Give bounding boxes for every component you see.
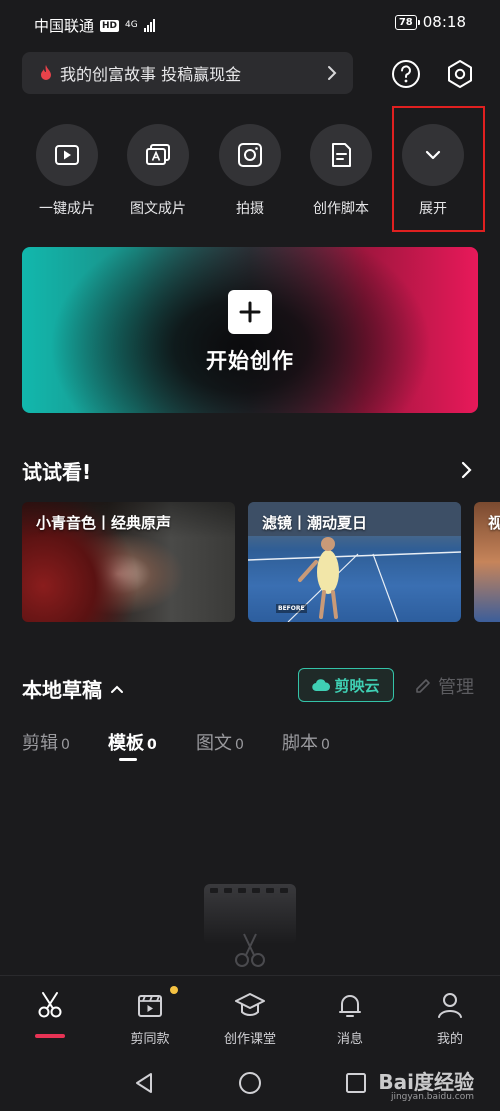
promo-banner-text: 我的创富故事 投稿赢现金 bbox=[60, 65, 242, 84]
tool-camera[interactable]: 拍摄 bbox=[210, 124, 290, 218]
nav-messages[interactable]: 消息 bbox=[305, 990, 395, 1047]
tool-label: 拍摄 bbox=[236, 201, 264, 217]
tab-label: 模板 bbox=[108, 733, 144, 754]
nav-label: 剪同款 bbox=[130, 1032, 170, 1047]
clock: 08:18 bbox=[422, 13, 466, 31]
tab-image-text[interactable]: 图文 0 bbox=[196, 729, 244, 755]
home-circle-icon[interactable] bbox=[238, 1071, 262, 1095]
play-square-icon bbox=[36, 124, 98, 186]
status-bar: 中国联通 HD 4G 78 08:18 bbox=[0, 0, 500, 46]
tab-template[interactable]: 模板 0 bbox=[108, 729, 157, 755]
network-type: 4G bbox=[125, 20, 138, 30]
active-tab-indicator bbox=[119, 758, 137, 761]
tool-one-click-video[interactable]: 一键成片 bbox=[27, 124, 107, 218]
clapperboard-icon bbox=[138, 995, 162, 1017]
promo-banner[interactable]: 我的创富故事 投稿赢现金 bbox=[22, 52, 353, 94]
bottom-nav: 剪同款 创作课堂 消息 我的 bbox=[0, 975, 500, 1053]
tab-label: 图文 bbox=[196, 733, 232, 754]
start-creating-label: 开始创作 bbox=[206, 349, 294, 373]
try-section-title: 试试看! bbox=[22, 460, 92, 484]
drafts-title-text: 本地草稿 bbox=[22, 678, 102, 702]
chevron-up-icon bbox=[111, 685, 123, 693]
tool-label: 图文成片 bbox=[130, 201, 186, 217]
settings-icon[interactable] bbox=[444, 58, 476, 90]
scissors-icon bbox=[38, 992, 62, 1018]
try-card-caption: 视 bbox=[488, 514, 500, 532]
plus-icon bbox=[228, 290, 272, 334]
highlight-box bbox=[392, 106, 485, 232]
tab-count: 0 bbox=[147, 737, 157, 753]
nav-label: 我的 bbox=[436, 1032, 463, 1047]
edit-pencil-icon bbox=[416, 679, 430, 693]
tab-count: 0 bbox=[235, 737, 244, 753]
try-card-caption: 滤镜丨潮动夏日 bbox=[262, 514, 368, 532]
try-card[interactable]: 视 bbox=[474, 502, 500, 622]
battery-icon: 78 bbox=[394, 14, 420, 30]
try-card[interactable]: 滤镜丨潮动夏日 BEFORE bbox=[248, 502, 461, 622]
try-card-caption: 小青音色丨经典原声 bbox=[36, 514, 172, 532]
text-to-video-icon bbox=[127, 124, 189, 186]
flame-icon bbox=[41, 65, 51, 80]
tab-count: 0 bbox=[61, 737, 70, 753]
empty-drafts-illustration bbox=[204, 884, 296, 967]
script-document-icon bbox=[310, 124, 372, 186]
nav-templates[interactable]: 剪同款 bbox=[105, 990, 195, 1047]
carrier-name: 中国联通 bbox=[34, 17, 95, 35]
start-creating-card[interactable]: 开始创作 bbox=[22, 247, 478, 413]
watermark-logo: Bai度经验 bbox=[378, 1070, 474, 1094]
hd-badge: HD bbox=[100, 19, 120, 32]
nav-label: 消息 bbox=[336, 1032, 363, 1047]
cloud-button-label: 剪映云 bbox=[334, 676, 380, 695]
tool-label: 一键成片 bbox=[39, 201, 95, 217]
notification-dot bbox=[170, 986, 178, 994]
active-nav-indicator bbox=[35, 1034, 65, 1038]
before-tag: BEFORE bbox=[276, 604, 307, 613]
try-card[interactable]: 小青音色丨经典原声 bbox=[22, 502, 235, 622]
manage-button-label: 管理 bbox=[438, 677, 474, 698]
chevron-right-icon[interactable] bbox=[460, 460, 474, 480]
help-icon[interactable] bbox=[390, 58, 422, 90]
nav-profile[interactable]: 我的 bbox=[405, 990, 495, 1047]
status-right: 78 08:18 bbox=[394, 13, 466, 31]
drafts-section-title[interactable]: 本地草稿 bbox=[22, 674, 124, 703]
tab-label: 剪辑 bbox=[22, 733, 58, 754]
camera-icon bbox=[219, 124, 281, 186]
tool-script[interactable]: 创作脚本 bbox=[301, 124, 381, 218]
nav-edit[interactable] bbox=[5, 990, 95, 1028]
tab-count: 0 bbox=[321, 737, 330, 753]
tab-label: 脚本 bbox=[282, 733, 318, 754]
user-icon bbox=[438, 993, 462, 1018]
nav-academy[interactable]: 创作课堂 bbox=[205, 990, 295, 1047]
tab-edit[interactable]: 剪辑 0 bbox=[22, 729, 70, 755]
nav-label: 创作课堂 bbox=[223, 1032, 276, 1047]
status-left: 中国联通 HD 4G bbox=[34, 15, 155, 36]
back-triangle-icon[interactable] bbox=[132, 1071, 156, 1095]
manage-button[interactable]: 管理 bbox=[414, 673, 474, 699]
tool-text-to-video[interactable]: 图文成片 bbox=[118, 124, 198, 218]
graduation-cap-icon bbox=[235, 993, 265, 1016]
watermark-url: jingyan.baidu.com bbox=[390, 1092, 474, 1102]
bell-icon bbox=[339, 995, 361, 1017]
recents-square-icon[interactable] bbox=[344, 1071, 368, 1095]
cloud-button[interactable]: 剪映云 bbox=[298, 668, 394, 702]
signal-icon bbox=[143, 19, 155, 32]
tab-script[interactable]: 脚本 0 bbox=[282, 729, 330, 755]
chevron-right-icon bbox=[328, 66, 337, 80]
tool-label: 创作脚本 bbox=[313, 201, 369, 217]
cloud-icon bbox=[312, 679, 331, 692]
